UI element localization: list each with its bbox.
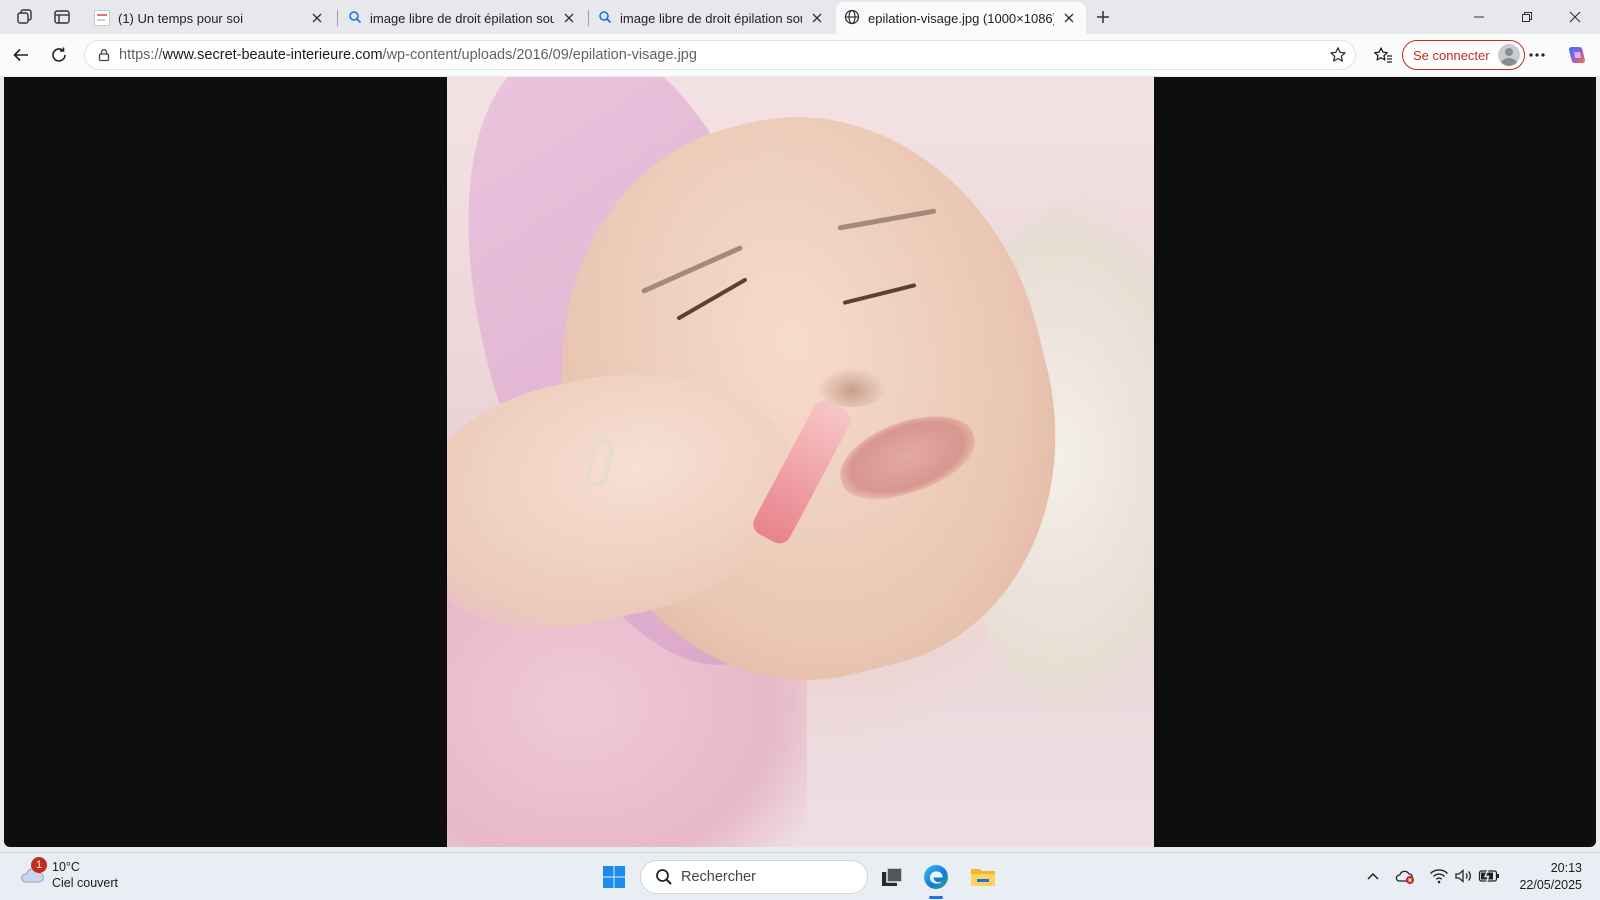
minimize-icon[interactable] — [1456, 2, 1502, 32]
tab-1[interactable]: (1) Un temps pour soi — [86, 2, 334, 34]
page-icon — [94, 10, 110, 26]
tab-title: (1) Un temps pour soi — [118, 10, 243, 26]
task-view-icon[interactable] — [873, 859, 911, 895]
tab-3[interactable]: image libre de droit épilation sou — [590, 2, 834, 34]
avatar — [1497, 44, 1520, 66]
close-icon[interactable] — [1060, 9, 1078, 27]
back-icon[interactable] — [6, 41, 36, 69]
url-text[interactable]: https://www.secret-beaute-interieure.com… — [119, 47, 1321, 63]
image-viewer — [4, 77, 1596, 847]
volume-icon[interactable] — [1453, 865, 1475, 887]
clock-time: 20:13 — [1550, 861, 1582, 875]
search-placeholder: Rechercher — [681, 869, 756, 885]
new-tab-icon[interactable] — [1089, 4, 1117, 30]
notification-badge: 1 — [31, 857, 47, 873]
windows-start-icon[interactable] — [595, 859, 633, 895]
tab-4-active[interactable]: epilation-visage.jpg (1000×1086) — [836, 2, 1086, 34]
signin-label: Se connecter — [1413, 47, 1490, 63]
url-path: /wp-content/uploads/2016/09/epilation-vi… — [382, 47, 697, 63]
favorite-star-icon[interactable] — [1321, 46, 1355, 64]
wifi-icon[interactable] — [1428, 865, 1450, 887]
favorites-icon[interactable] — [1368, 41, 1398, 69]
chevron-up-icon[interactable] — [1362, 865, 1384, 887]
active-app-indicator — [929, 896, 943, 899]
search-icon — [348, 10, 362, 27]
tab-divider — [337, 10, 338, 26]
battery-charging-icon[interactable] — [1478, 865, 1500, 887]
browser-toolbar: https://www.secret-beaute-interieure.com… — [0, 34, 1600, 76]
tab-2[interactable]: image libre de droit épilation sou — [340, 2, 586, 34]
viewed-image[interactable] — [447, 77, 1154, 847]
weather-widget[interactable]: 1 10°C Ciel couvert — [18, 857, 118, 891]
workspaces-icon[interactable] — [11, 4, 39, 30]
weather-temperature: 10°C — [52, 860, 80, 874]
tab-title: image libre de droit épilation sou — [370, 10, 554, 26]
clock-date: 22/05/2025 — [1519, 878, 1582, 892]
address-bar[interactable]: https://www.secret-beaute-interieure.com… — [84, 40, 1356, 70]
cloud-icon: 1 — [18, 857, 47, 889]
close-icon[interactable] — [308, 9, 326, 27]
onedrive-error-icon[interactable] — [1394, 865, 1416, 887]
tab-strip: (1) Un temps pour soi image libre de dro… — [0, 0, 1600, 34]
copilot-icon[interactable] — [1562, 41, 1592, 69]
search-icon — [598, 10, 612, 27]
url-prefix: https:// — [119, 47, 163, 63]
refresh-icon[interactable] — [44, 41, 74, 69]
tab-title: image libre de droit épilation sou — [620, 10, 802, 26]
tab-divider — [588, 10, 589, 26]
restore-icon[interactable] — [1504, 2, 1550, 32]
search-icon — [647, 868, 681, 886]
weather-condition: Ciel couvert — [52, 876, 118, 890]
tab-title: epilation-visage.jpg (1000×1086) — [868, 10, 1054, 26]
lock-icon[interactable] — [89, 48, 119, 62]
url-host: www.secret-beaute-interieure.com — [162, 47, 383, 63]
vertical-tabs-icon[interactable] — [48, 4, 76, 30]
globe-icon — [844, 9, 860, 28]
windows-taskbar: 1 10°C Ciel couvert Rechercher 20:13 22/… — [0, 852, 1600, 900]
edge-browser-icon[interactable] — [917, 859, 955, 895]
more-options-icon[interactable] — [1522, 41, 1552, 69]
taskbar-search[interactable]: Rechercher — [640, 860, 868, 894]
window-close-icon[interactable] — [1552, 2, 1598, 32]
close-icon[interactable] — [808, 9, 826, 27]
close-icon[interactable] — [560, 9, 578, 27]
file-explorer-icon[interactable] — [964, 859, 1002, 895]
system-clock[interactable]: 20:13 22/05/2025 — [1519, 860, 1582, 894]
signin-button[interactable]: Se connecter — [1402, 40, 1525, 70]
